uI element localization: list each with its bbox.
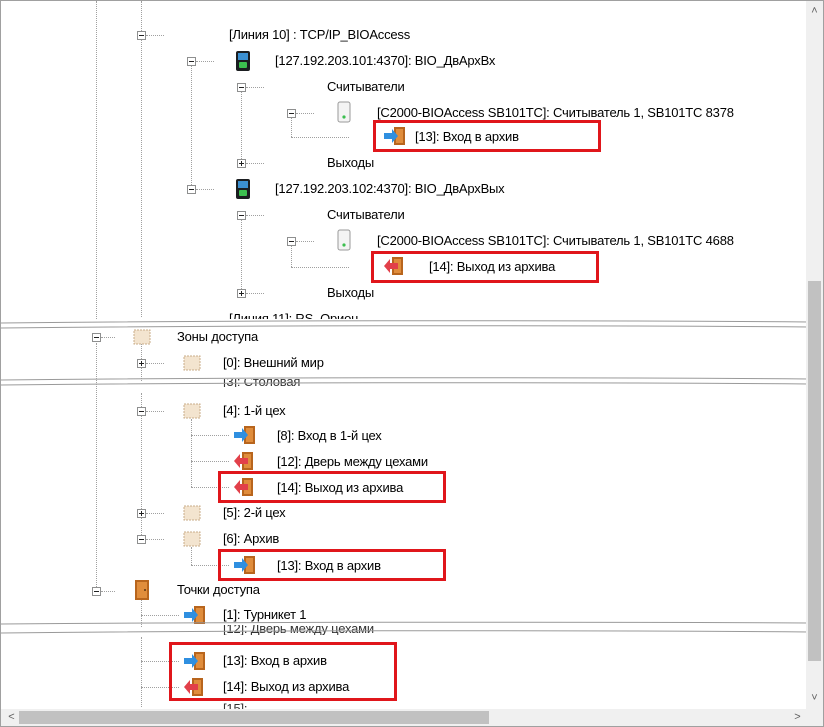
- tree-item-readers2[interactable]: Считыватели: [327, 207, 405, 222]
- highlight-box-z6-13: [218, 549, 446, 581]
- reader-device-icon: [337, 229, 351, 254]
- zone-icon: [183, 354, 201, 375]
- reader-device-icon: [337, 101, 351, 126]
- scroll-left-icon[interactable]: <: [3, 709, 20, 726]
- tree-item-p1[interactable]: [1]: Турникет 1: [223, 607, 307, 622]
- entry-door-icon: [233, 424, 257, 449]
- collapse-zone4-toggle[interactable]: [137, 407, 146, 416]
- horizontal-scroll-thumb[interactable]: [19, 711, 489, 724]
- collapse-zones-toggle[interactable]: [92, 333, 101, 342]
- tree-item-line10[interactable]: [Линия 10] : TCP/IP_BIOAccess: [229, 27, 410, 42]
- tree-item-dev1[interactable]: [127.192.203.101:4370]: BIO_ДвАрхВх: [275, 53, 495, 68]
- tree-item-zone4[interactable]: [4]: 1-й цех: [223, 403, 286, 418]
- collapse-points-toggle[interactable]: [92, 587, 101, 596]
- tree-item-z4-8[interactable]: [8]: Вход в 1-й цех: [277, 428, 382, 443]
- zone-icon: [183, 530, 201, 551]
- tree-item-reader2[interactable]: [C2000-BIOAccess SB101TC]: Считыватель 1…: [377, 233, 734, 248]
- collapse-line10-toggle[interactable]: [137, 31, 146, 40]
- cut-separator: [1, 375, 809, 387]
- tree-item-reader1[interactable]: [C2000-BIOAccess SB101TC]: Считыватель 1…: [377, 105, 734, 120]
- collapse-dev2-toggle[interactable]: [187, 185, 196, 194]
- tree-item-dev2[interactable]: [127.192.203.102:4370]: BIO_ДвАрхВых: [275, 181, 505, 196]
- tree-item-exits1[interactable]: Выходы: [327, 155, 374, 170]
- zone-icon: [183, 504, 201, 525]
- vertical-scroll-thumb[interactable]: [808, 281, 821, 661]
- highlight-box-points: [169, 642, 397, 701]
- expand-exits2-toggle[interactable]: [237, 289, 246, 298]
- cut-separator: [1, 621, 809, 634]
- tree-item-z4-12[interactable]: [12]: Дверь между цехами: [277, 454, 428, 469]
- vertical-scrollbar[interactable]: ˄ ˅: [806, 1, 823, 709]
- expand-zone5-toggle[interactable]: [137, 509, 146, 518]
- biometric-reader-icon: [235, 50, 251, 75]
- tree-item-zone0[interactable]: [0]: Внешний мир: [223, 355, 324, 370]
- scrollbar-corner: [806, 709, 823, 726]
- scroll-right-icon[interactable]: >: [789, 709, 806, 726]
- expand-exits1-toggle[interactable]: [237, 159, 246, 168]
- zone-icon: [183, 402, 201, 423]
- device-tree-panel: [Линия 10] : TCP/IP_BIOAccess [127.192.2…: [0, 0, 824, 727]
- highlight-box-entry13: [373, 120, 601, 152]
- tree-item-readers1[interactable]: Считыватели: [327, 79, 405, 94]
- horizontal-scrollbar[interactable]: < >: [1, 709, 808, 726]
- collapse-readers1-toggle[interactable]: [237, 83, 246, 92]
- collapse-zone6-toggle[interactable]: [137, 535, 146, 544]
- scroll-up-icon[interactable]: ˄: [806, 3, 823, 20]
- tree-item-zones[interactable]: Зоны доступа: [177, 329, 258, 344]
- tree-item-zone5[interactable]: [5]: 2-й цех: [223, 505, 286, 520]
- door-icon: [133, 579, 151, 604]
- tree-item-exits2[interactable]: Выходы: [327, 285, 374, 300]
- collapse-dev1-toggle[interactable]: [187, 57, 196, 66]
- expand-zone0-toggle[interactable]: [137, 359, 146, 368]
- biometric-reader-icon: [235, 178, 251, 203]
- tree-item-zone6[interactable]: [6]: Архив: [223, 531, 279, 546]
- collapse-reader2-toggle[interactable]: [287, 237, 296, 246]
- collapse-reader1-toggle[interactable]: [287, 109, 296, 118]
- cut-separator: [1, 319, 809, 331]
- highlight-box-z4-14: [218, 471, 446, 503]
- scroll-down-icon[interactable]: ˅: [806, 690, 823, 707]
- zone-icon: [133, 328, 151, 349]
- collapse-readers2-toggle[interactable]: [237, 211, 246, 220]
- highlight-box-exit14: [371, 251, 599, 283]
- tree-item-points[interactable]: Точки доступа: [177, 582, 260, 597]
